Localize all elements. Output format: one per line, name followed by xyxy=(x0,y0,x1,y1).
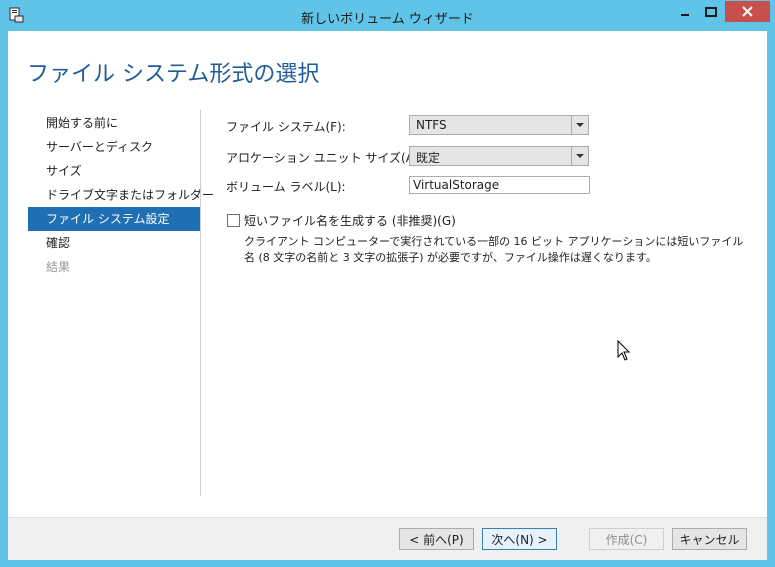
step-before-you-begin[interactable]: 開始する前に xyxy=(28,111,200,135)
step-file-system-settings[interactable]: ファイル システム設定 xyxy=(28,207,200,231)
maximize-icon xyxy=(705,6,717,17)
short-names-description: クライアント コンピューターで実行されている一部の 16 ビット アプリケーショ… xyxy=(244,235,744,264)
wizard-footer: < 前へ(P) 次へ(N) > 作成(C) キャンセル xyxy=(8,517,767,560)
minimize-button[interactable] xyxy=(671,1,698,22)
title-bar[interactable]: 新しいボリューム ウィザード xyxy=(0,0,775,31)
chevron-down-icon[interactable] xyxy=(571,116,588,134)
short-names-checkbox[interactable] xyxy=(227,214,240,227)
divider xyxy=(200,110,201,496)
allocation-unit-dropdown[interactable]: 既定 xyxy=(409,146,589,166)
filesystem-value: NTFS xyxy=(416,118,447,132)
chevron-down-icon[interactable] xyxy=(571,147,588,165)
window-title: 新しいボリューム ウィザード xyxy=(301,12,474,27)
step-server-and-disk[interactable]: サーバーとディスク xyxy=(28,135,200,159)
close-icon xyxy=(742,6,753,17)
wizard-steps-nav: 開始する前に サーバーとディスク サイズ ドライブ文字またはフォルダー ファイル… xyxy=(28,111,214,279)
step-drive-letter-or-folder[interactable]: ドライブ文字またはフォルダー xyxy=(28,183,214,207)
step-size[interactable]: サイズ xyxy=(28,159,200,183)
filesystem-label: ファイル システム(F): xyxy=(226,120,346,134)
step-confirmation[interactable]: 確認 xyxy=(28,231,200,255)
allocation-unit-value: 既定 xyxy=(416,151,441,165)
create-button[interactable]: 作成(C) xyxy=(589,528,664,550)
minimize-icon xyxy=(680,13,689,16)
mouse-cursor-icon xyxy=(617,340,631,361)
back-button[interactable]: < 前へ(P) xyxy=(399,528,474,550)
page-title: ファイル システム形式の選択 xyxy=(27,62,320,87)
allocation-unit-label: アロケーション ユニット サイズ(A): xyxy=(226,151,423,165)
filesystem-dropdown[interactable]: NTFS xyxy=(409,115,589,135)
step-results: 結果 xyxy=(46,260,71,274)
wizard-client-area: ファイル システム形式の選択 開始する前に サーバーとディスク サイズ ドライブ… xyxy=(8,31,767,560)
cancel-button[interactable]: キャンセル xyxy=(672,528,747,550)
volume-label-input[interactable]: VirtualStorage xyxy=(409,176,590,194)
short-names-label[interactable]: 短いファイル名を生成する (非推奨)(G) xyxy=(244,212,456,229)
close-button[interactable] xyxy=(725,1,770,22)
volume-label-label: ボリューム ラベル(L): xyxy=(226,180,346,194)
next-button[interactable]: 次へ(N) > xyxy=(482,528,557,550)
maximize-button[interactable] xyxy=(698,1,724,22)
